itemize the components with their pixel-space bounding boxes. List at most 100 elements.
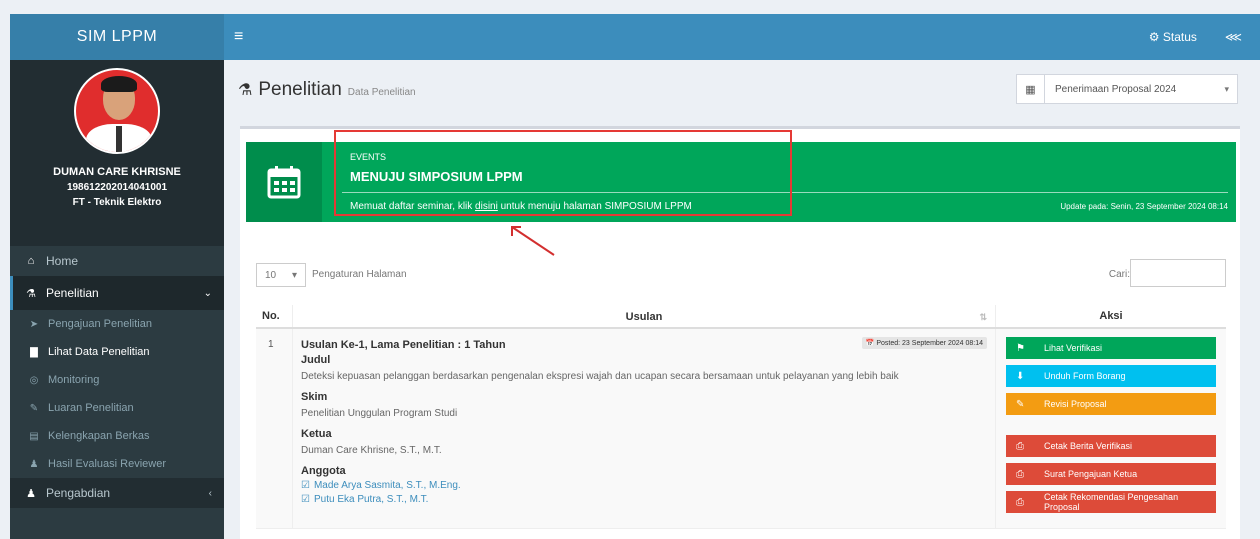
anggota-name: Putu Eka Putra, S.T., M.T. — [313, 494, 429, 505]
content-box: EVENTS MENUJU SIMPOSIUM LPPM Memuat daft… — [240, 126, 1240, 539]
send-icon: ➤ — [29, 318, 39, 330]
page-length-label: Pengaturan Halaman — [312, 269, 407, 280]
sidebar-item-label: Home — [46, 254, 79, 268]
posted-date: Posted: 23 September 2024 08:14 — [876, 340, 983, 347]
judul-value: Deteksi kepuasan pelanggan berdasarkan p… — [301, 371, 899, 382]
anggota-name: Made Arya Sasmita, S.T., M.Eng. — [313, 480, 461, 491]
button-label: Unduh Form Borang — [1044, 371, 1126, 381]
avatar — [74, 68, 160, 154]
calendar-icon — [246, 142, 322, 222]
top-navbar: ≡ ⚙ Status ⋘ — [224, 14, 1260, 60]
button-label: Cetak Rekomendasi Pengesahan Proposal — [1043, 492, 1179, 512]
flag-icon: ⚑ — [1016, 342, 1025, 354]
submenu-item-lihat-data[interactable]: ▇ Lihat Data Penelitian — [10, 338, 224, 366]
settings-button[interactable]: ⚙ Status — [1149, 30, 1197, 44]
table-tools: 10 ▾ Pengaturan Halaman Cari: — [256, 259, 1226, 291]
sidebar-item-home[interactable]: ⌂ Home — [10, 246, 224, 276]
event-date: Update pada: Senin, 23 September 2024 08… — [1060, 202, 1228, 211]
table-row: 1 Usulan Ke-1, Lama Penelitian : 1 Tahun… — [256, 329, 1226, 529]
button-label: Revisi Proposal — [1044, 399, 1107, 409]
sidebar-item-label: Pengabdian — [46, 486, 111, 500]
arrow-annotation — [511, 226, 555, 256]
posted-badge: 📅 Posted: 23 September 2024 08:14 — [861, 337, 987, 349]
usulan-cell: Usulan Ke-1, Lama Penelitian : 1 Tahun 📅… — [292, 329, 996, 528]
content-header: ⚗ Penelitian Data Penelitian ▦ Penerimaa… — [224, 60, 1260, 120]
submenu-item-label: Kelengkapan Berkas — [48, 430, 150, 442]
submenu-item-label: Hasil Evaluasi Reviewer — [48, 458, 166, 470]
submenu-item-monitoring[interactable]: ◎ Monitoring — [10, 366, 224, 394]
file-icon: ▤ — [29, 430, 39, 442]
user-nip: 198612202014041001 — [66, 182, 168, 193]
sidebar-item-pengabdian[interactable]: ♟ Pengabdian ‹ — [10, 478, 224, 508]
anggota-label: Anggota — [301, 465, 346, 477]
settings-label: Status — [1162, 30, 1197, 44]
sort-icon: ⇅ — [979, 312, 987, 322]
flask-icon: ⚗ — [26, 287, 36, 300]
anggota-item: ☑ Made Arya Sasmita, S.T., M.Eng. — [301, 480, 987, 491]
year-select[interactable]: ▦ Penerimaan Proposal 2024 ▾ — [1016, 74, 1238, 104]
aksi-cell: ⚑ Lihat Verifikasi ⬇ Unduh Form Borang ✎ Re… — [996, 329, 1226, 528]
submenu-item-luaran[interactable]: ✎ Luaran Penelitian — [10, 394, 224, 422]
submenu-item-berkas[interactable]: ▤ Kelengkapan Berkas — [10, 422, 224, 450]
chevron-down-icon: ⌄ — [203, 287, 212, 299]
edit-icon: ✎ — [1016, 398, 1025, 410]
table-header: No. Usulan ⇅ Aksi — [256, 305, 1226, 329]
unduh-form-button[interactable]: ⬇ Unduh Form Borang — [1006, 365, 1216, 387]
user-panel: DUMAN CARE KHRISNE 198612202014041001 FT… — [10, 60, 224, 246]
column-header-no[interactable]: No. — [256, 310, 292, 322]
surat-pengajuan-button[interactable]: ⎙ Surat Pengajuan Ketua — [1006, 463, 1216, 485]
tag-icon: ✎ — [29, 402, 39, 414]
page-subtitle: Data Penelitian — [347, 87, 416, 98]
flask-icon: ⚗ — [238, 82, 253, 99]
year-select-value: Penerimaan Proposal 2024 — [1055, 83, 1177, 95]
ketua-value: Duman Care Khrisne, S.T., M.T. — [301, 445, 442, 456]
data-table: No. Usulan ⇅ Aksi 1 Usulan Ke-1, Lama Pe… — [256, 305, 1226, 529]
anggota-item: ☑ Putu Eka Putra, S.T., M.T. — [301, 494, 987, 505]
monitor-icon: ◎ — [29, 374, 39, 386]
column-header-aksi: Aksi — [1099, 310, 1123, 322]
skim-label: Skim — [301, 391, 328, 403]
print-icon: ⎙ — [1016, 440, 1024, 452]
submenu-item-evaluasi[interactable]: ♟ Hasil Evaluasi Reviewer — [10, 450, 224, 478]
page-title: ⚗ Penelitian Data Penelitian — [238, 79, 416, 101]
button-label: Surat Pengajuan Ketua — [1044, 469, 1138, 479]
chevron-down-icon: ▾ — [1224, 83, 1229, 94]
button-label: Lihat Verifikasi — [1044, 343, 1103, 353]
search-label: Cari: — [1108, 269, 1130, 280]
check-icon: ☑ — [301, 480, 310, 491]
sidebar-item-penelitian[interactable]: ⚗ Penelitian ⌄ — [10, 276, 224, 310]
column-header-usulan[interactable]: Usulan ⇅ — [292, 305, 996, 327]
chevron-down-icon: ▾ — [292, 269, 298, 281]
submenu-item-label: Monitoring — [48, 374, 100, 386]
highlight-box — [334, 130, 792, 216]
judul-label: Judul — [301, 354, 331, 366]
user-icon: ♟ — [26, 487, 36, 500]
page-length-value: 10 — [264, 269, 277, 281]
book-icon: ▇ — [30, 346, 38, 358]
search-input[interactable] — [1130, 259, 1226, 287]
download-icon: ⬇ — [1016, 370, 1025, 382]
sidebar-menu: ⌂ Home ⚗ Penelitian ⌄ ➤ Pengajuan Peneli… — [10, 246, 224, 508]
cetak-berita-button[interactable]: ⎙ Cetak Berita Verifikasi — [1006, 435, 1216, 457]
lihat-verifikasi-button[interactable]: ⚑ Lihat Verifikasi — [1006, 337, 1216, 359]
share-icon[interactable]: ⋘ — [1225, 30, 1242, 44]
print-icon: ⎙ — [1016, 496, 1024, 508]
main-content: ⚗ Penelitian Data Penelitian ▦ Penerimaa… — [224, 60, 1260, 539]
submenu-item-label: Luaran Penelitian — [48, 402, 134, 414]
skim-value: Penelitian Unggulan Program Studi — [301, 408, 458, 419]
print-icon: ⎙ — [1016, 468, 1024, 480]
calendar-icon: ▦ — [1017, 75, 1045, 103]
users-icon: ♟ — [29, 458, 39, 470]
user-name: DUMAN CARE KHRISNE — [53, 166, 181, 178]
submenu-item-label: Pengajuan Penelitian — [48, 318, 152, 330]
chevron-left-icon: ‹ — [208, 487, 212, 499]
cetak-rekomendasi-button[interactable]: ⎙ Cetak Rekomendasi Pengesahan Proposal — [1006, 491, 1216, 513]
page-length-select[interactable]: 10 ▾ — [256, 263, 306, 287]
submenu-item-label: Lihat Data Penelitian — [48, 346, 150, 358]
page-title-text: Penelitian — [258, 79, 342, 100]
revisi-proposal-button[interactable]: ✎ Revisi Proposal — [1006, 393, 1216, 415]
submenu-item-pengajuan[interactable]: ➤ Pengajuan Penelitian — [10, 310, 224, 338]
menu-icon[interactable]: ≡ — [234, 28, 243, 46]
column-header-label: Usulan — [625, 311, 663, 323]
app-logo[interactable]: SIM LPPM — [10, 14, 224, 60]
